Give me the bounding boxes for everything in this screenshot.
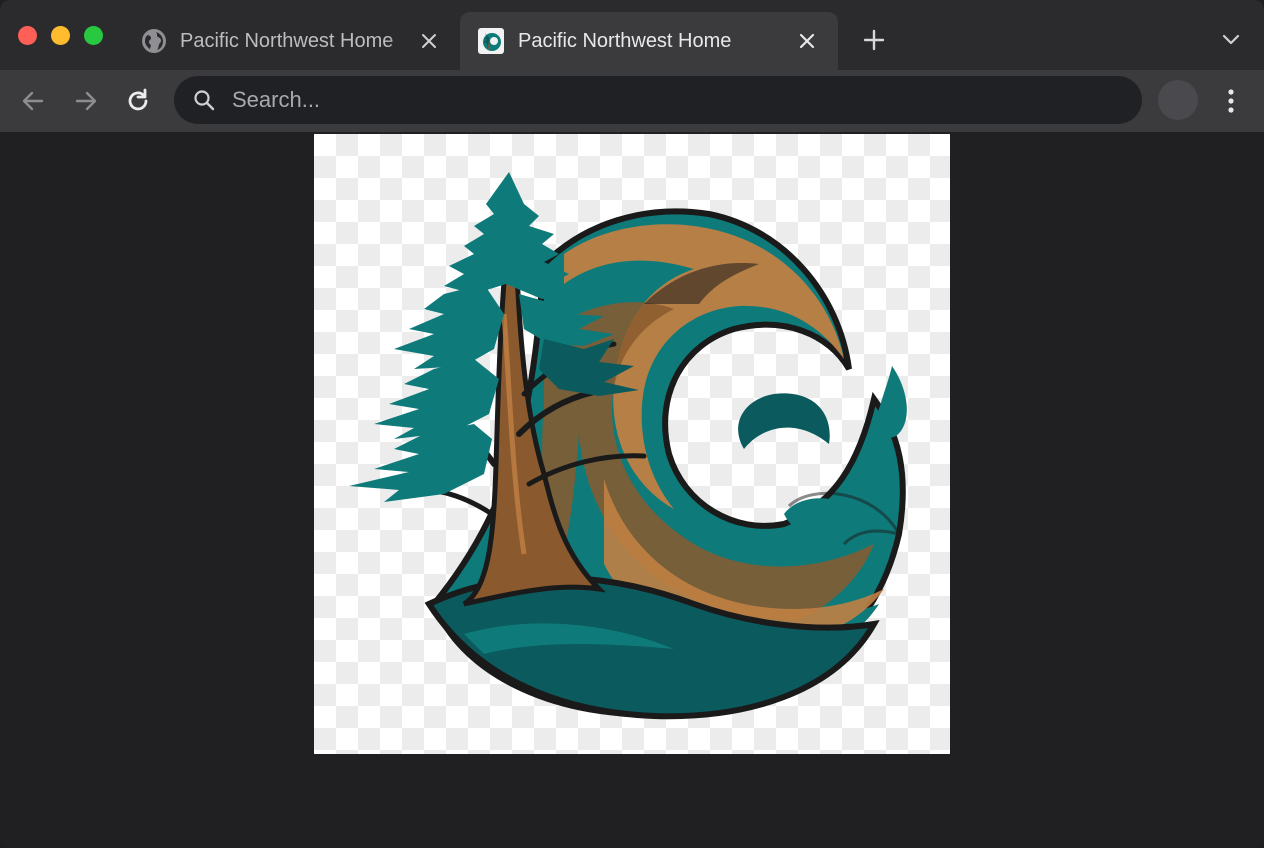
minimize-window-button[interactable] — [51, 26, 70, 45]
close-tab-icon[interactable] — [794, 28, 820, 54]
tab-strip: Pacific Northwest Home Pacific Northwest… — [0, 0, 1264, 70]
browser-window: Pacific Northwest Home Pacific Northwest… — [0, 0, 1264, 848]
tab-search-button[interactable] — [1216, 26, 1246, 54]
profile-avatar[interactable] — [1158, 80, 1198, 120]
tab-pacific-northwest-home-1[interactable]: Pacific Northwest Home — [128, 12, 456, 70]
toolbar — [0, 70, 1264, 132]
tab-title: Pacific Northwest Home — [180, 29, 394, 52]
arrow-right-icon — [75, 91, 97, 111]
close-tab-icon[interactable] — [416, 28, 442, 54]
reload-button[interactable] — [122, 85, 154, 117]
back-button[interactable] — [17, 85, 49, 117]
tab-title: Pacific Northwest Home — [518, 29, 732, 52]
reload-icon — [128, 88, 148, 111]
address-bar[interactable] — [174, 76, 1142, 124]
arrow-left-icon — [22, 91, 44, 111]
plus-icon — [863, 29, 885, 51]
zoom-window-button[interactable] — [84, 26, 103, 45]
close-window-button[interactable] — [18, 26, 37, 45]
browser-menu-button[interactable] — [1218, 84, 1244, 118]
kebab-menu-icon — [1228, 89, 1234, 113]
tab-pacific-northwest-home-2[interactable]: Pacific Northwest Home — [460, 12, 838, 70]
logo-image — [314, 134, 950, 754]
page-content — [0, 132, 1264, 848]
search-input[interactable] — [230, 86, 1142, 114]
chevron-down-icon — [1222, 34, 1240, 45]
forward-button[interactable] — [70, 85, 102, 117]
search-icon — [192, 88, 216, 112]
new-tab-button[interactable] — [858, 24, 890, 56]
site-logo-icon — [478, 28, 504, 54]
pacific-northwest-logo — [349, 172, 907, 720]
globe-icon — [142, 29, 166, 53]
